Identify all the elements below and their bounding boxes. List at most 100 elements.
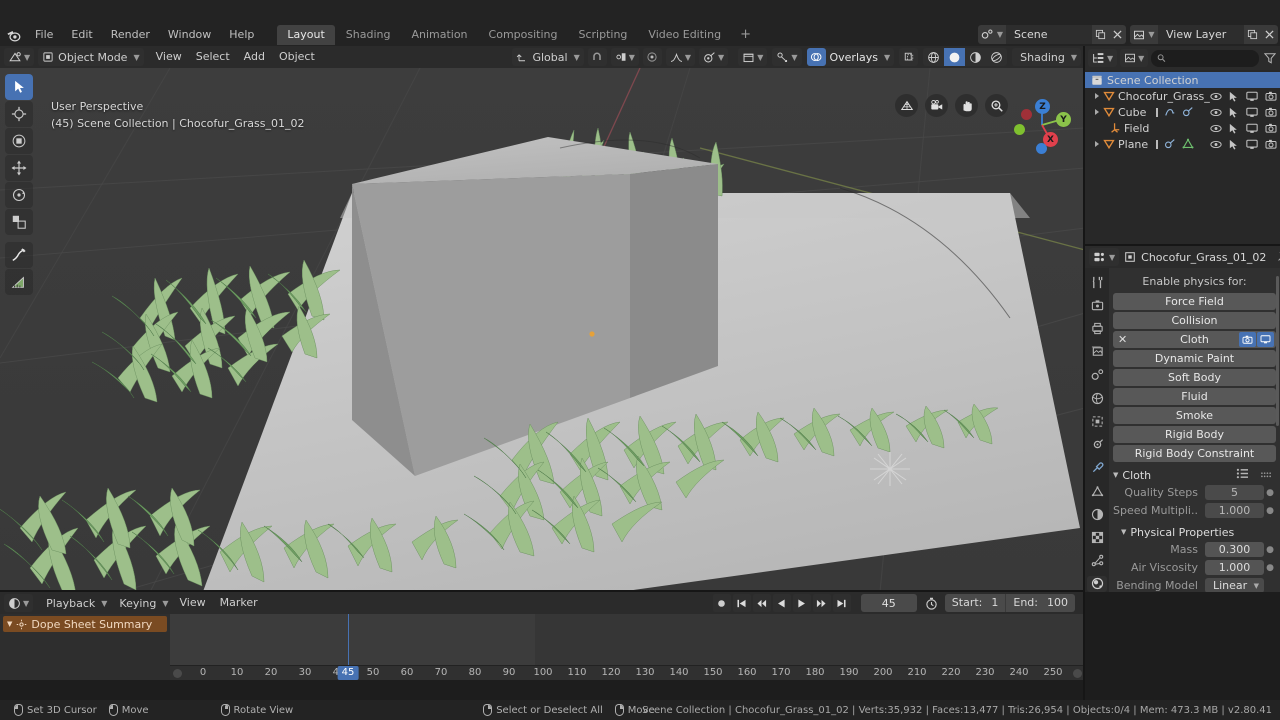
xray-icon[interactable] (899, 48, 919, 66)
physics-button-soft-body[interactable]: Soft Body (1113, 369, 1276, 386)
cursor-tool[interactable] (5, 101, 33, 127)
scene-name[interactable]: Scene (1006, 25, 1092, 44)
chevron-down-icon[interactable]: ▼ (1113, 471, 1118, 479)
timeline-menu-playback[interactable]: Playback ▼ (38, 594, 111, 612)
timeline-ruler[interactable]: 0 10 20 30 40 50 60 70 80 90 100 110 120… (170, 665, 1085, 680)
pin-icon[interactable] (1276, 251, 1280, 263)
physics-button-smoke[interactable]: Smoke (1113, 407, 1276, 424)
properties-tab-object[interactable] (1087, 413, 1107, 429)
viewport-menu-object[interactable]: Object (272, 48, 322, 66)
transform-orientation-selector[interactable]: Global ▼ (512, 48, 584, 66)
unlink-scene-button[interactable] (1109, 25, 1126, 44)
view-layer-selector[interactable]: ▼ View Layer (1130, 25, 1278, 44)
scene-icon[interactable]: ▼ (978, 25, 1006, 44)
physics-button-fluid[interactable]: Fluid (1113, 388, 1276, 405)
physics-icon[interactable] (1182, 106, 1194, 118)
menu-window[interactable]: Window (159, 25, 220, 45)
physics-button-collision[interactable]: Collision (1113, 312, 1276, 329)
record-icon[interactable] (712, 594, 731, 612)
end-frame-input[interactable]: End: 100 (1006, 594, 1075, 612)
scene-selector[interactable]: ▼ Scene (978, 25, 1126, 44)
physics-button-force-field[interactable]: Force Field (1113, 293, 1276, 310)
properties-tab-render[interactable] (1087, 297, 1107, 313)
modifier-icon[interactable] (1164, 107, 1176, 118)
gizmo-axis-z[interactable]: Z (1035, 99, 1050, 114)
outliner-row-scene-collection[interactable]: Scene Collection (1085, 72, 1280, 88)
animate-dot-icon[interactable]: ● (1264, 506, 1276, 516)
editor-type-properties-icon[interactable]: ▼ (1089, 248, 1120, 266)
shading-mode-buttons[interactable] (923, 48, 1008, 66)
workspace-tab-animation[interactable]: Animation (401, 25, 477, 45)
measure-tool[interactable] (5, 269, 33, 295)
animate-dot-icon[interactable]: ● (1264, 488, 1276, 498)
hand-pan-icon[interactable] (955, 94, 978, 117)
animate-dot-icon[interactable]: ● (1264, 563, 1276, 573)
jump-end-icon[interactable] (832, 594, 851, 612)
new-view-layer-button[interactable] (1244, 25, 1261, 44)
zoom-icon[interactable] (985, 94, 1008, 117)
workspace-tab-layout[interactable]: Layout (277, 25, 335, 45)
object-visibility-icon[interactable] (642, 48, 662, 66)
animate-dot-icon[interactable]: ● (1264, 545, 1276, 555)
timeline-menu-keying[interactable]: Keying ▼ (111, 594, 172, 612)
workspace-tab-scripting[interactable]: Scripting (569, 25, 638, 45)
overlays-control[interactable]: Overlays ▼ (806, 48, 895, 66)
snap-with-selector[interactable]: ▼ (699, 48, 729, 66)
dopesheet-summary-row[interactable]: ▼ Dope Sheet Summary (3, 616, 167, 632)
outliner-row-cube[interactable]: Cube (1085, 104, 1280, 120)
proportional-falloff-selector[interactable]: ▼ (665, 48, 696, 66)
input-air-viscosity[interactable]: 1.000 (1205, 560, 1264, 575)
jump-start-icon[interactable] (732, 594, 751, 612)
viewport-menu-view[interactable]: View (149, 48, 189, 66)
playhead-line[interactable] (348, 614, 349, 665)
properties-tab-modifier[interactable] (1087, 437, 1107, 453)
outliner-row-field[interactable]: Field (1085, 120, 1280, 136)
magnet-icon[interactable] (587, 48, 607, 66)
gizmo-axis-neg-x[interactable] (1021, 109, 1032, 120)
chevron-down-icon[interactable]: ▼ (7, 620, 12, 628)
rotate-tool[interactable] (5, 182, 33, 208)
tweak-tool[interactable] (5, 128, 33, 154)
scale-tool[interactable] (5, 209, 33, 235)
select-box-tool[interactable] (5, 74, 33, 100)
viewport-gizmo-selector[interactable]: ▼ (738, 48, 768, 66)
properties-tab-scene[interactable] (1087, 367, 1107, 383)
properties-scrollbar[interactable] (1276, 276, 1279, 426)
properties-tab-data[interactable] (1087, 529, 1107, 545)
camera-icon[interactable] (1239, 332, 1256, 347)
viewport-menu-select[interactable]: Select (189, 48, 237, 66)
physics-button-cloth[interactable]: ✕ Cloth (1113, 331, 1276, 348)
workspace-tab-video-editing[interactable]: Video Editing (638, 25, 731, 45)
start-frame-input[interactable]: Start: 1 (945, 594, 1006, 612)
properties-tab-material[interactable] (1087, 553, 1107, 569)
input-quality-steps[interactable]: 5 (1205, 485, 1264, 500)
outliner-filter-view-layer-icon[interactable]: ▼ (1120, 49, 1149, 67)
physics-button-rigid-body[interactable]: Rigid Body (1113, 426, 1276, 443)
outliner-row-chocofur-grass[interactable]: Chocofur_Grass_ (1085, 88, 1280, 104)
timeline-menu-marker[interactable]: Marker (213, 594, 265, 612)
grip-dots-icon[interactable] (1253, 469, 1276, 482)
properties-tab-output[interactable] (1087, 320, 1107, 336)
outliner-row-plane[interactable]: Plane (1085, 136, 1280, 152)
properties-tab-texture[interactable] (1087, 575, 1107, 593)
annotate-tool[interactable] (5, 242, 33, 268)
move-tool[interactable] (5, 155, 33, 181)
shading-material-preview-button[interactable] (965, 48, 986, 66)
add-workspace-button[interactable]: + (732, 25, 759, 45)
outliner-search-input[interactable] (1169, 52, 1253, 64)
shading-wireframe-button[interactable] (923, 48, 944, 66)
expand-arrow-icon[interactable] (1091, 141, 1103, 147)
viewport-canvas[interactable]: User Perspective (45) Scene Collection |… (0, 68, 1085, 592)
properties-tab-world[interactable] (1087, 390, 1107, 406)
presets-list-icon[interactable] (1236, 468, 1249, 482)
shading-solid-button[interactable] (944, 48, 966, 66)
outliner-search-field[interactable] (1151, 49, 1259, 67)
properties-tab-physics[interactable] (1087, 483, 1107, 499)
workspace-tab-shading[interactable]: Shading (336, 25, 401, 45)
menu-edit[interactable]: Edit (62, 25, 101, 45)
pivot-point-selector[interactable]: ▼ (610, 48, 639, 66)
play-reverse-icon[interactable] (772, 594, 791, 612)
blender-logo-icon[interactable] (0, 24, 26, 46)
camera-icon[interactable] (925, 94, 948, 117)
menu-file[interactable]: File (26, 25, 62, 45)
